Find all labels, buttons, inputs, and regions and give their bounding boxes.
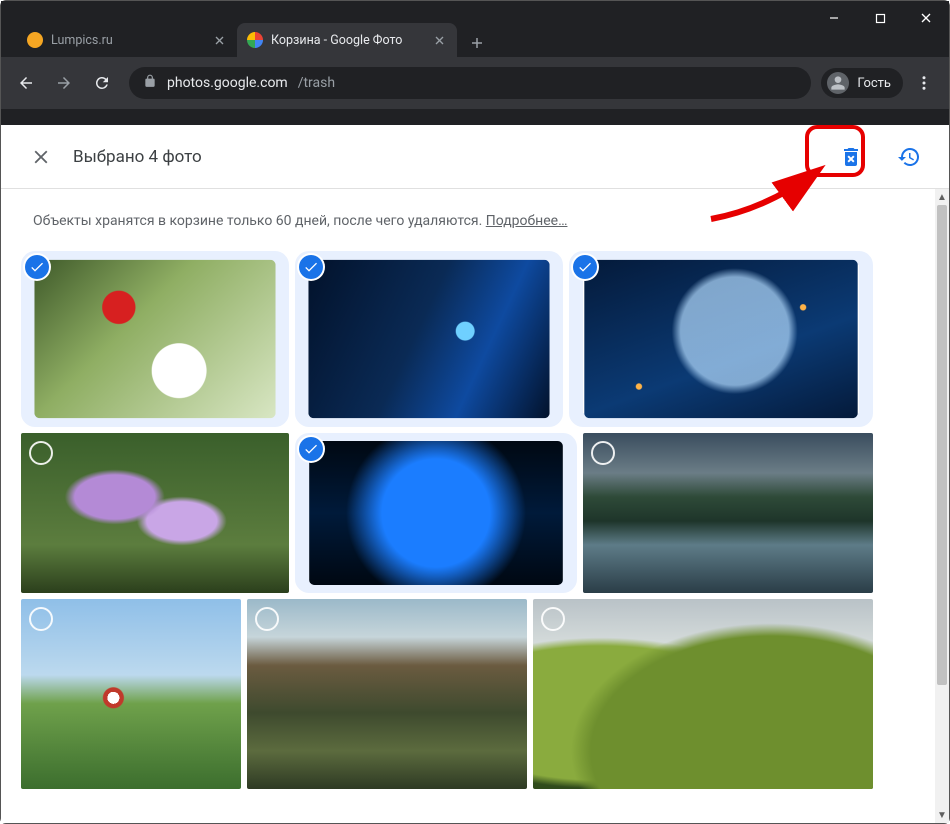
window-close-button[interactable] xyxy=(903,1,949,35)
clear-selection-button[interactable] xyxy=(21,137,61,177)
photo-thumbnail[interactable] xyxy=(533,599,873,789)
photo-thumbnail[interactable] xyxy=(21,433,289,593)
photo-image xyxy=(584,260,858,418)
checkmark-unselected-icon[interactable] xyxy=(541,607,565,631)
chrome-menu-button[interactable] xyxy=(907,66,941,100)
avatar-icon xyxy=(827,72,849,94)
url-host: photos.google.com xyxy=(167,75,288,91)
favicon-lumpics xyxy=(27,32,43,48)
trash-info-message: Объекты хранятся в корзине только 60 дне… xyxy=(33,213,486,229)
scroll-down-icon[interactable]: ▼ xyxy=(935,807,949,823)
delete-forever-button[interactable] xyxy=(831,137,871,177)
photo-row xyxy=(21,433,915,593)
learn-more-link[interactable]: Подробнее… xyxy=(486,213,568,229)
photo-image xyxy=(21,599,241,789)
selection-action-bar: Выбрано 4 фото xyxy=(1,125,949,189)
checkmark-selected-icon[interactable] xyxy=(299,437,323,461)
checkmark-selected-icon[interactable] xyxy=(573,255,597,279)
profile-label: Гость xyxy=(857,76,891,91)
checkmark-unselected-icon[interactable] xyxy=(255,607,279,631)
profile-button[interactable]: Гость xyxy=(821,68,903,98)
photo-thumbnail[interactable] xyxy=(295,433,577,593)
photo-image xyxy=(583,433,873,593)
forward-button[interactable] xyxy=(47,66,81,100)
trash-info-text: Объекты хранятся в корзине только 60 дне… xyxy=(33,213,915,229)
tab-title: Корзина - Google Фото xyxy=(271,33,423,48)
selection-title: Выбрано 4 фото xyxy=(73,147,831,167)
new-tab-button[interactable] xyxy=(463,29,491,57)
restore-button[interactable] xyxy=(889,137,929,177)
back-button[interactable] xyxy=(9,66,43,100)
tab-lumpics[interactable]: Lumpics.ru xyxy=(17,23,237,57)
tab-strip: Lumpics.ru Корзина - Google Фото xyxy=(1,17,949,57)
browser-chrome-frame: Lumpics.ru Корзина - Google Фото xyxy=(1,1,949,125)
checkmark-unselected-icon[interactable] xyxy=(591,441,615,465)
address-bar[interactable]: photos.google.com/trash xyxy=(129,67,811,99)
checkmark-unselected-icon[interactable] xyxy=(29,607,53,631)
window-minimize-button[interactable] xyxy=(811,1,857,35)
photo-thumbnail[interactable] xyxy=(21,599,241,789)
browser-toolbar: photos.google.com/trash Гость xyxy=(1,57,949,109)
scrollbar-thumb[interactable] xyxy=(937,205,947,685)
reload-button[interactable] xyxy=(85,66,119,100)
tab-google-photos-trash[interactable]: Корзина - Google Фото xyxy=(237,23,457,57)
tab-title: Lumpics.ru xyxy=(51,33,203,48)
close-tab-icon[interactable] xyxy=(431,32,447,48)
checkmark-selected-icon[interactable] xyxy=(25,255,49,279)
photo-thumbnail[interactable] xyxy=(295,251,563,427)
photo-image xyxy=(247,599,527,789)
photo-image xyxy=(21,433,289,593)
window-maximize-button[interactable] xyxy=(857,1,903,35)
photo-grid-scroll[interactable]: Объекты хранятся в корзине только 60 дне… xyxy=(1,189,935,823)
photo-thumbnail[interactable] xyxy=(21,251,289,427)
checkmark-unselected-icon[interactable] xyxy=(29,441,53,465)
url-path: /trash xyxy=(298,75,335,91)
vertical-scrollbar[interactable]: ▲ ▼ xyxy=(935,189,949,823)
photo-image xyxy=(308,260,549,418)
photo-thumbnail[interactable] xyxy=(569,251,873,427)
checkmark-selected-icon[interactable] xyxy=(299,255,323,279)
photo-image xyxy=(34,260,275,418)
window-controls xyxy=(811,1,949,35)
photo-grid xyxy=(21,251,915,789)
photo-row xyxy=(21,251,915,427)
favicon-google-photos xyxy=(247,32,263,48)
scroll-up-icon[interactable]: ▲ xyxy=(935,189,949,205)
photo-row xyxy=(21,599,915,789)
photo-thumbnail[interactable] xyxy=(247,599,527,789)
photo-image xyxy=(533,599,873,789)
close-tab-icon[interactable] xyxy=(211,32,227,48)
page-viewport: Выбрано 4 фото Объекты хранятся в корзин… xyxy=(1,125,949,823)
lock-icon xyxy=(143,74,157,92)
photo-image xyxy=(309,441,563,585)
photo-thumbnail[interactable] xyxy=(583,433,873,593)
